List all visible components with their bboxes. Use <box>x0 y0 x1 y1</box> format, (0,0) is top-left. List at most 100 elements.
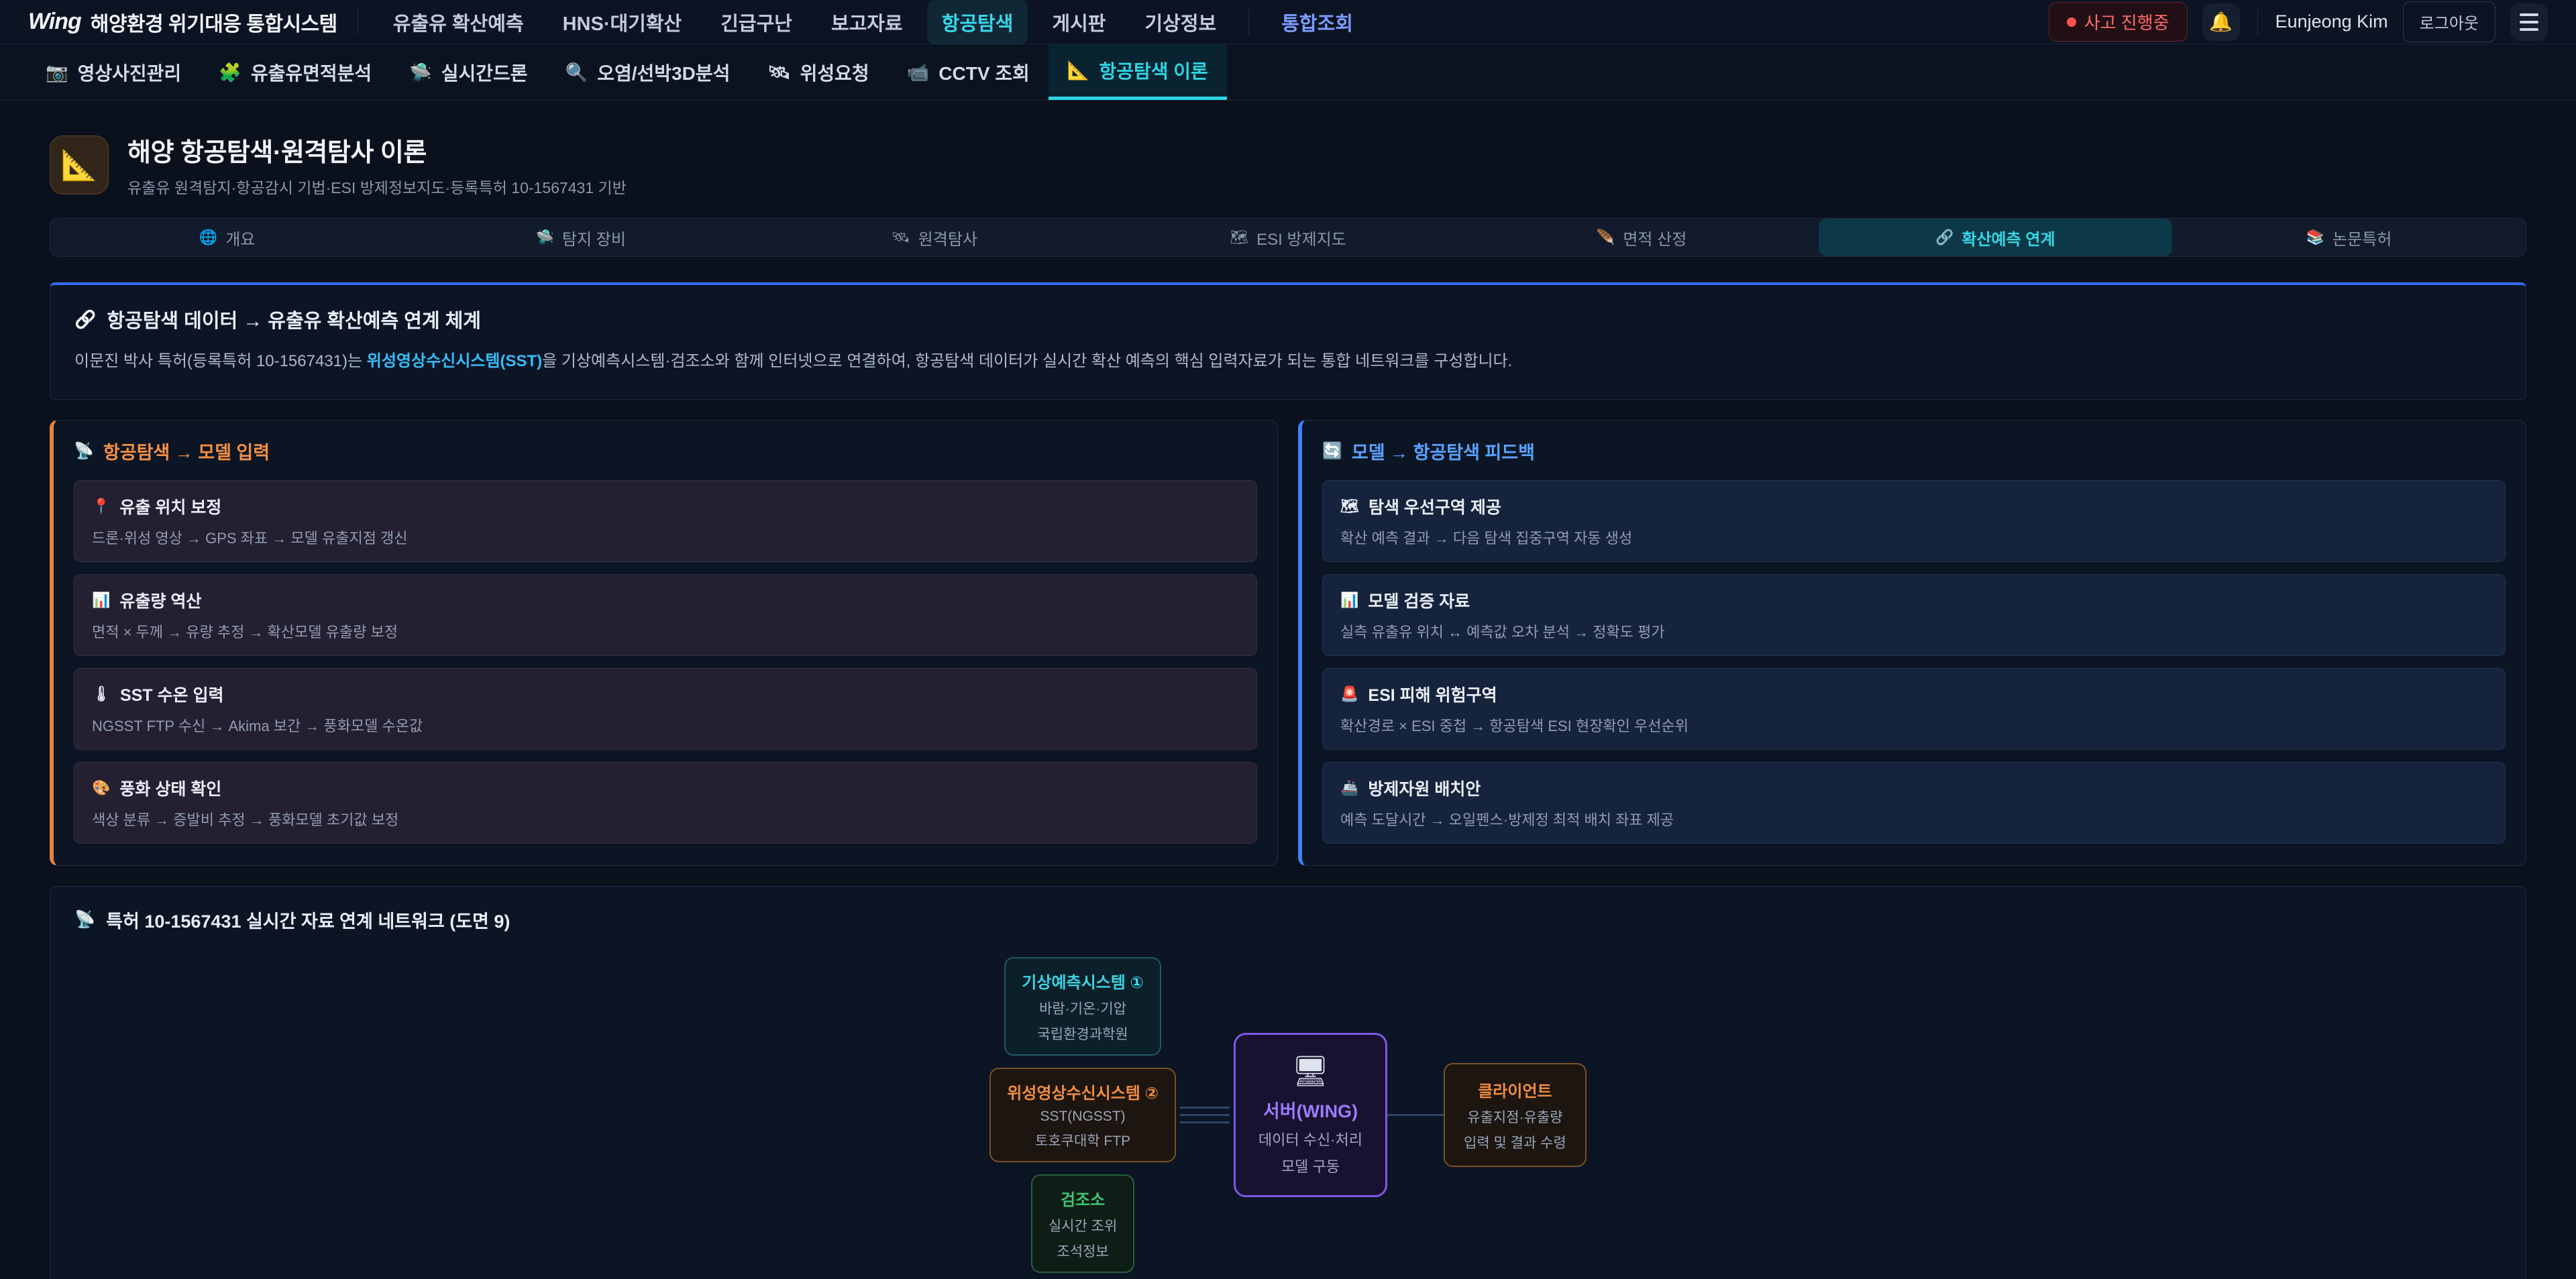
bell-icon: 🔔 <box>2209 11 2233 33</box>
node-weather-system: 기상예측시스템 ① 바람·기온·기압 국립환경과학원 <box>1004 957 1161 1056</box>
section-heading-text: 항공탐색 데이터 → 유출유 확산예측 연계 체계 <box>107 305 481 333</box>
divider <box>1248 9 1249 35</box>
tab-label: 원격탐사 <box>918 226 977 249</box>
section-heading-text: 특허 10-1567431 실시간 자료 연계 네트워크 (도면 9) <box>106 907 510 933</box>
tab-remote-sensing[interactable]: 🛰 원격탐사 <box>757 219 1111 256</box>
card-title: 항공탐색 → 모델 입력 <box>103 438 270 464</box>
incident-status-badge[interactable]: 사고 진행중 <box>2049 2 2188 42</box>
item-description: 확산경로 × ESI 중첩 → 항공탐색 ESI 현장확인 우선순위 <box>1340 714 2487 736</box>
section-body-text: 이문진 박사 특허(등록특허 10-1567431)는 위성영상수신시스템(SS… <box>74 349 2502 374</box>
nav-item-aerial-search[interactable]: 항공탐색 <box>927 0 1028 44</box>
item-title: 풍화 상태 확인 <box>119 776 221 800</box>
linkage-overview-section: 🔗 항공탐색 데이터 → 유출유 확산예측 연계 체계 이문진 박사 특허(등록… <box>50 282 2526 400</box>
satellite-antenna-icon: 📡 <box>74 910 95 930</box>
satellite-icon: 🛰 <box>767 62 790 83</box>
sst-system-link[interactable]: 위성영상수신시스템(SST) <box>367 352 542 370</box>
node-title: 검조소 <box>1049 1186 1117 1210</box>
ship-icon: 🚢 <box>1340 779 1358 797</box>
list-item-sst-temperature-input: 🌡 SST 수온 입력 NGSST FTP 수신 → Akima 보간 → 풍화… <box>74 668 1257 750</box>
item-title: ESI 피해 위험구역 <box>1368 682 1497 706</box>
subnav-item-photo-management[interactable]: 📷 영상사진관리 <box>27 44 200 100</box>
tab-label: ESI 방제지도 <box>1256 226 1346 249</box>
subnav-item-satellite-request[interactable]: 🛰 위성요청 <box>749 44 888 100</box>
computer-icon: 🖥 <box>1258 1054 1362 1089</box>
subnav-label: 유출유면적분석 <box>251 59 372 86</box>
palette-icon: 🎨 <box>92 779 110 797</box>
nav-item-oil-spill-prediction[interactable]: 유출유 확산예측 <box>378 0 539 44</box>
item-description: NGSST FTP 수신 → Akima 보간 → 풍화모델 수온값 <box>92 714 1239 736</box>
tab-label: 면적 산정 <box>1623 226 1686 249</box>
app-title: 해양환경 위기대응 통합시스템 <box>91 7 337 37</box>
logout-button[interactable]: 로그아웃 <box>2403 1 2496 42</box>
nav-item-weather-info[interactable]: 기상정보 <box>1130 0 1231 44</box>
primary-nav: 유출유 확산예측 HNS·대기확산 긴급구난 보고자료 항공탐색 게시판 기상정… <box>378 0 1368 44</box>
tab-label: 탐지 장비 <box>562 226 626 249</box>
divider <box>2257 9 2258 35</box>
incident-badge-label: 사고 진행중 <box>2084 9 2169 34</box>
item-title: 탐색 우선구역 제공 <box>1368 494 1501 518</box>
item-title: 방제자원 배치안 <box>1368 776 1481 800</box>
subnav-item-spill-area-analysis[interactable]: 🧩 유출유면적분석 <box>200 44 390 100</box>
node-client: 클라이언트 유출지점·유출량 입력 및 결과 수령 <box>1444 1063 1587 1167</box>
tab-papers-patents[interactable]: 📚 논문특허 <box>2172 219 2526 256</box>
subnav-item-aerial-search-theory[interactable]: 📐 항공탐색 이론 <box>1049 44 1227 100</box>
tab-overview[interactable]: 🌐 개요 <box>50 219 404 256</box>
page-title: 해양 항공탐색·원격탐사 이론 <box>127 131 627 168</box>
tab-prediction-linkage[interactable]: 🔗 확산예측 연계 <box>1819 219 2172 256</box>
section-heading: 🔗 항공탐색 데이터 → 유출유 확산예측 연계 체계 <box>74 305 2502 333</box>
nav-item-reports[interactable]: 보고자료 <box>816 0 918 44</box>
item-title: 유출량 역산 <box>119 588 201 612</box>
notifications-button[interactable]: 🔔 <box>2202 3 2240 41</box>
subnav-item-realtime-drone[interactable]: 🛸 실시간드론 <box>390 44 546 100</box>
app-logo[interactable]: Wing 해양환경 위기대응 통합시스템 <box>28 7 337 37</box>
page-header: 📐 해양 항공탐색·원격탐사 이론 유출유 원격탐지·항공감시 기법·ESI 방… <box>50 131 2526 198</box>
subnav-label: 위성요청 <box>800 59 869 86</box>
hamburger-menu-button[interactable] <box>2510 3 2548 41</box>
item-title: 모델 검증 자료 <box>1368 588 1470 612</box>
secondary-nav: 📷 영상사진관리 🧩 유출유면적분석 🛸 실시간드론 🔍 오염/선박3D분석 🛰… <box>0 44 2576 101</box>
books-icon: 📚 <box>2306 229 2324 246</box>
network-diagram: 기상예측시스템 ① 바람·기온·기압 국립환경과학원 위성영상수신시스템 ② S… <box>74 957 2502 1273</box>
drone-icon: 🛸 <box>409 62 432 83</box>
card-model-to-search-feedback: 🔄 모델 → 항공탐색 피드백 🗺 탐색 우선구역 제공 확산 예측 결과 → … <box>1298 420 2526 866</box>
item-title: 유출 위치 보정 <box>119 494 221 518</box>
patent-network-section: 📡 특허 10-1567431 실시간 자료 연계 네트워크 (도면 9) 기상… <box>50 886 2526 1279</box>
globe-icon: 🌐 <box>199 229 217 246</box>
nav-item-hns-atmospheric[interactable]: HNS·대기확산 <box>548 0 697 44</box>
bar-chart-icon: 📊 <box>92 592 110 609</box>
puzzle-icon: 🧩 <box>219 62 241 83</box>
nav-item-board[interactable]: 게시판 <box>1037 0 1120 44</box>
refresh-icon: 🔄 <box>1322 441 1342 461</box>
tab-esi-map[interactable]: 🗺 ESI 방제지도 <box>1111 219 1464 256</box>
node-wing-server: 🖥 서버(WING) 데이터 수신·처리 모델 구동 <box>1234 1033 1387 1197</box>
section-tab-bar: 🌐 개요 🛸 탐지 장비 🛰 원격탐사 🗺 ESI 방제지도 🪶 면적 산정 🔗… <box>50 218 2526 257</box>
top-navbar: Wing 해양환경 위기대응 통합시스템 유출유 확산예측 HNS·대기확산 긴… <box>0 0 2576 44</box>
node-title: 위성영상수신시스템 ② <box>1007 1080 1159 1103</box>
node-tide-station: 검조소 실시간 조위 조석정보 <box>1031 1174 1134 1273</box>
nav-item-integrated-search[interactable]: 통합조회 <box>1267 0 1368 44</box>
pin-icon: 📍 <box>92 498 110 515</box>
triangular-ruler-icon: 📐 <box>1067 60 1090 81</box>
alarm-light-icon: 🚨 <box>1340 685 1358 703</box>
subnav-label: 영상사진관리 <box>78 59 182 86</box>
item-description: 면적 × 두께 → 유량 추정 → 확산모델 유출량 보정 <box>92 620 1239 642</box>
item-description: 드론·위성 영상 → GPS 좌표 → 모델 유출지점 갱신 <box>92 526 1239 548</box>
subnav-item-cctv-view[interactable]: 📹 CCTV 조회 <box>888 44 1049 100</box>
card-header: 🔄 모델 → 항공탐색 피드백 <box>1322 438 2506 464</box>
logo-wing-mark: Wing <box>28 9 81 35</box>
nav-item-emergency-rescue[interactable]: 긴급구난 <box>706 0 807 44</box>
tab-detection-equipment[interactable]: 🛸 탐지 장비 <box>404 219 757 256</box>
list-item-response-resource-deployment: 🚢 방제자원 배치안 예측 도달시간 → 오일펜스·방제정 최적 배치 좌표 제… <box>1322 762 2506 844</box>
subnav-item-pollution-3d-analysis[interactable]: 🔍 오염/선박3D분석 <box>547 44 749 100</box>
list-item-esi-risk-zone: 🚨 ESI 피해 위험구역 확산경로 × ESI 중첩 → 항공탐색 ESI 현… <box>1322 668 2506 750</box>
list-item-model-validation-data: 📊 모델 검증 자료 실측 유출유 위치 ↔ 예측값 오차 분석 → 정확도 평… <box>1322 574 2506 656</box>
triple-connector-line <box>1180 1107 1230 1123</box>
link-icon: 🔗 <box>74 309 96 330</box>
user-name: Eunjeong Kim <box>2275 11 2388 32</box>
satellite-antenna-icon: 📡 <box>74 441 94 461</box>
topnav-right: 사고 진행중 🔔 Eunjeong Kim 로그아웃 <box>2049 1 2548 42</box>
list-item-weathering-state-check: 🎨 풍화 상태 확인 색상 분류 → 증발비 추정 → 풍화모델 초기값 보정 <box>74 762 1257 844</box>
node-satellite-receiving-system: 위성영상수신시스템 ② SST(NGSST) 토호쿠대학 FTP <box>989 1068 1176 1162</box>
hamburger-icon <box>2520 13 2538 16</box>
tab-area-calculation[interactable]: 🪶 면적 산정 <box>1465 219 1819 256</box>
